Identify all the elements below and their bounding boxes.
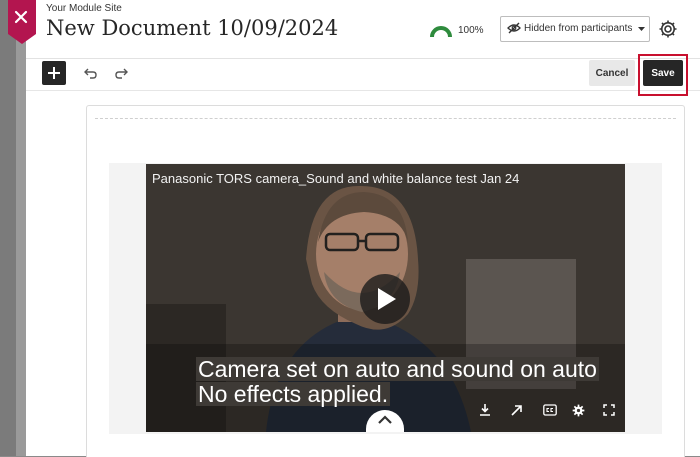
visibility-dropdown[interactable]: Hidden from participants (500, 16, 650, 42)
fullscreen-icon[interactable] (603, 404, 615, 416)
gear-icon[interactable] (572, 404, 585, 417)
plus-icon (48, 67, 60, 79)
progress-label: 100% (458, 25, 484, 36)
site-name: Your Module Site (46, 3, 122, 14)
caret-down-icon (638, 27, 645, 31)
play-button[interactable] (360, 274, 410, 324)
close-button[interactable] (8, 0, 36, 44)
undo-icon[interactable] (84, 67, 98, 79)
progress-ring-icon (430, 26, 452, 38)
save-button[interactable]: Save (643, 60, 683, 86)
video-title: Panasonic TORS camera_Sound and white ba… (152, 171, 520, 186)
add-content-button[interactable] (42, 61, 66, 85)
settings-button[interactable] (658, 19, 678, 39)
video-caption-line: Camera set on auto and sound on auto (196, 356, 599, 382)
download-icon[interactable] (479, 404, 491, 416)
progress-indicator: 100% (429, 20, 489, 40)
play-icon (378, 288, 396, 310)
closed-captions-icon[interactable] (543, 404, 557, 416)
video-caption-line: No effects applied. (196, 381, 391, 407)
editor-toolbar: Cancel Save (26, 54, 700, 96)
backdrop-left (0, 0, 26, 456)
cancel-button[interactable]: Cancel (589, 60, 635, 86)
gear-icon (659, 20, 677, 38)
redo-icon[interactable] (114, 67, 128, 79)
visibility-label: Hidden from participants (524, 23, 633, 34)
video-player[interactable]: Panasonic TORS camera_Sound and white ba… (146, 164, 625, 432)
chevron-up-icon (378, 415, 392, 424)
drop-zone-divider (95, 118, 676, 119)
share-icon[interactable] (511, 404, 523, 416)
page-title[interactable]: New Document 10/09/2024 (46, 16, 338, 40)
background-page-edge (16, 0, 26, 456)
close-icon (8, 0, 36, 44)
eye-slash-icon (507, 22, 521, 34)
panel-header: Your Module Site New Document 10/09/2024… (26, 0, 700, 59)
